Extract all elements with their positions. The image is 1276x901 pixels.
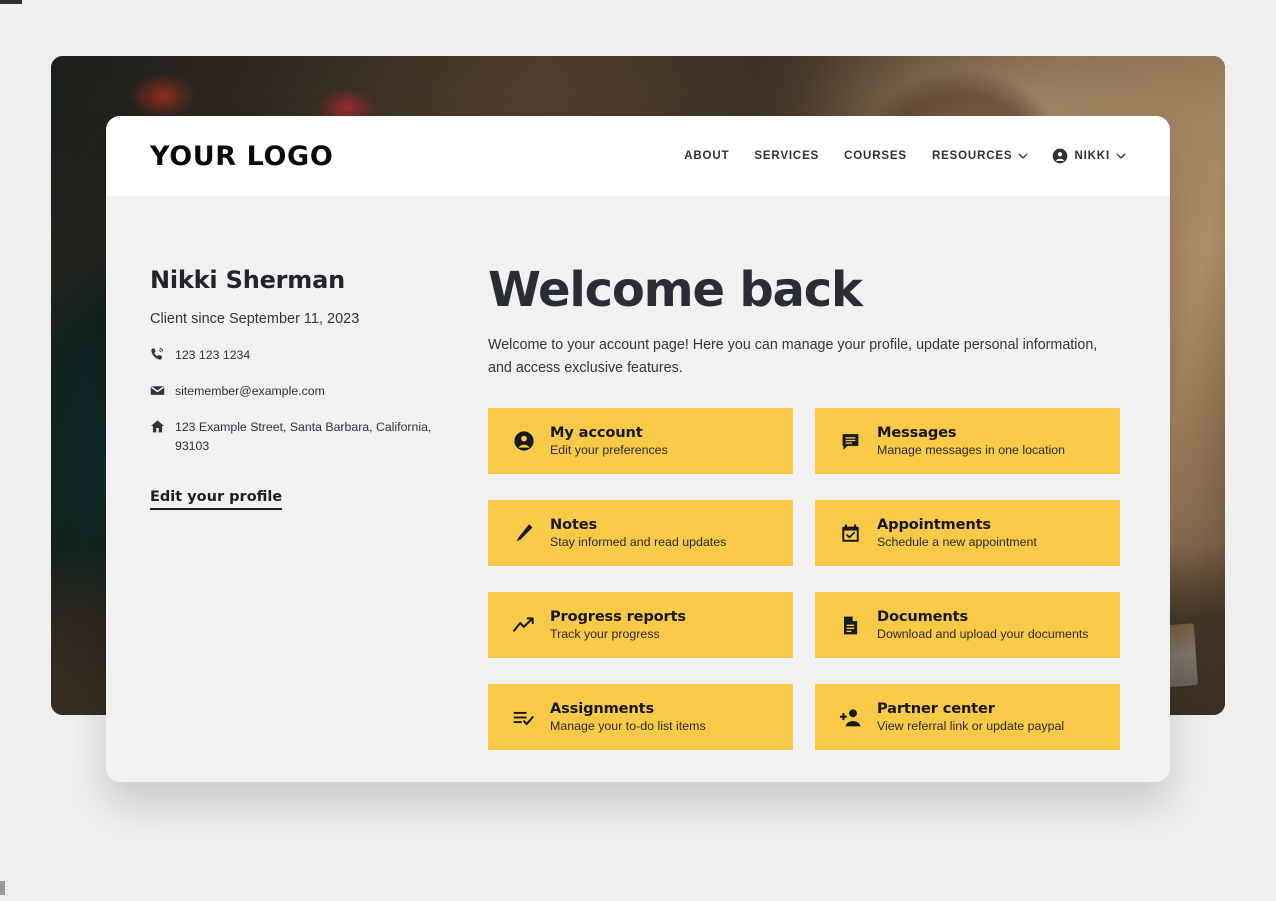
profile-name: Nikki Sherman <box>150 266 345 294</box>
tile-title: Documents <box>877 607 968 625</box>
page-intro-text: Welcome to your account page! Here you c… <box>488 337 1098 377</box>
tile-subtitle: Edit your preferences <box>550 443 668 458</box>
tile-subtitle: Download and upload your documents <box>877 627 1089 642</box>
tile-title: Assignments <box>550 699 655 717</box>
client-since-text: Client since September 11, 2023 <box>150 311 360 327</box>
pencil-icon <box>512 522 535 545</box>
tile-subtitle: Track your progress <box>550 627 660 642</box>
tile-title: My account <box>550 423 643 441</box>
nav-item-courses[interactable]: COURSES <box>844 150 907 162</box>
tile-subtitle: View referral link or update paypal <box>877 719 1065 734</box>
nav-item-services-label: SERVICES <box>754 150 820 162</box>
page-root: YOUR LOGO ABOUT SERVICES COURSES RESOURC… <box>0 0 1276 901</box>
phone-icon <box>150 347 165 362</box>
tile-my-account[interactable]: My account Edit your preferences <box>488 408 793 475</box>
top-left-edge-marker <box>0 0 22 4</box>
tile-partner-center[interactable]: Partner center View referral link or upd… <box>815 684 1120 751</box>
edit-profile-link[interactable]: Edit your profile <box>150 489 283 511</box>
site-logo[interactable]: YOUR LOGO <box>150 141 333 172</box>
document-icon <box>839 614 862 637</box>
contact-email-row: sitemember@example.com <box>150 382 436 401</box>
nav-item-courses-label: COURSES <box>844 150 907 162</box>
tile-assignments[interactable]: Assignments Manage your to-do list items <box>488 684 793 751</box>
main-content: Welcome back Welcome to your account pag… <box>450 262 1126 751</box>
tile-appointments[interactable]: Appointments Schedule a new appointment <box>815 500 1120 567</box>
home-icon <box>150 419 165 434</box>
quick-links-grid: My account Edit your preferences Message… <box>488 408 1126 751</box>
chevron-down-icon <box>1018 151 1028 160</box>
site-header: YOUR LOGO ABOUT SERVICES COURSES RESOURC… <box>106 116 1170 196</box>
nav-item-services[interactable]: SERVICES <box>754 150 819 162</box>
envelope-icon <box>150 383 165 398</box>
account-circle-icon <box>1052 148 1068 164</box>
tile-notes[interactable]: Notes Stay informed and read updates <box>488 500 793 567</box>
tile-subtitle: Schedule a new appointment <box>877 535 1037 550</box>
nav-user-label: NIKKI <box>1074 150 1110 162</box>
nav-item-about-label: ABOUT <box>684 150 730 162</box>
tile-title: Notes <box>550 515 598 533</box>
account-card: YOUR LOGO ABOUT SERVICES COURSES RESOURC… <box>106 116 1170 782</box>
contact-address-row: 123 Example Street, Santa Barbara, Calif… <box>150 418 436 456</box>
card-body: Nikki Sherman Client since September 11,… <box>106 196 1170 751</box>
nav-user-menu[interactable]: NIKKI <box>1052 148 1126 164</box>
tile-subtitle: Stay informed and read updates <box>550 535 727 550</box>
chat-bubble-icon <box>839 430 862 453</box>
tile-title: Partner center <box>877 699 995 717</box>
contact-email-value[interactable]: sitemember@example.com <box>175 382 325 401</box>
tile-progress-reports[interactable]: Progress reports Track your progress <box>488 592 793 659</box>
nav-item-resources[interactable]: RESOURCES <box>932 150 1028 162</box>
tile-subtitle: Manage your to-do list items <box>550 719 706 734</box>
main-navigation: ABOUT SERVICES COURSES RESOURCES NIKKI <box>684 148 1126 164</box>
profile-sidebar: Nikki Sherman Client since September 11,… <box>150 266 450 750</box>
task-list-check-icon <box>512 706 535 729</box>
calendar-check-icon <box>839 522 862 545</box>
tile-title: Appointments <box>877 515 991 533</box>
contact-phone-value[interactable]: 123 123 1234 <box>175 346 250 365</box>
tile-subtitle: Manage messages in one location <box>877 443 1066 458</box>
tile-title: Messages <box>877 423 957 441</box>
add-person-icon <box>839 706 862 729</box>
line-chart-icon <box>512 614 535 637</box>
tile-title: Progress reports <box>550 607 686 625</box>
tile-messages[interactable]: Messages Manage messages in one location <box>815 408 1120 475</box>
contact-phone-row: 123 123 1234 <box>150 346 436 365</box>
chevron-down-icon <box>1116 151 1126 160</box>
account-circle-icon <box>512 430 535 453</box>
nav-item-resources-label: RESOURCES <box>931 150 1013 162</box>
bottom-left-edge-marker <box>0 881 5 895</box>
nav-item-about[interactable]: ABOUT <box>684 150 729 162</box>
contact-address-value[interactable]: 123 Example Street, Santa Barbara, Calif… <box>175 418 436 456</box>
tile-documents[interactable]: Documents Download and upload your docum… <box>815 592 1120 659</box>
page-title: Welcome back <box>488 262 863 318</box>
